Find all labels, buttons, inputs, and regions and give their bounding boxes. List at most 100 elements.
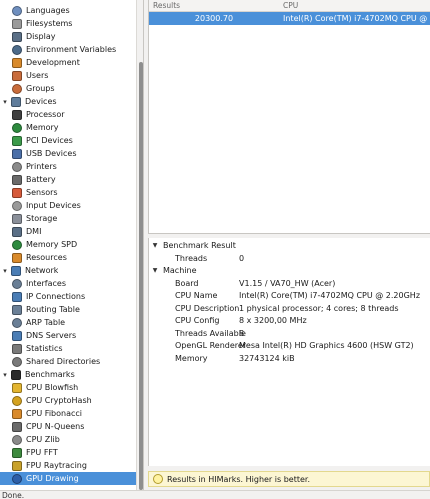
detail-row[interactable]: OpenGL Renderer Mesa Intel(R) HD Graphics…	[149, 340, 430, 352]
tree-item-input-devices[interactable]: Input Devices	[0, 199, 136, 212]
details-section-header[interactable]: ▼ Benchmark Result	[149, 240, 430, 252]
detail-key: CPU Name	[175, 291, 218, 300]
detail-row[interactable]: Memory 32743124 kiB	[149, 353, 430, 365]
tree-item-groups[interactable]: Groups	[0, 82, 136, 95]
collapse-arrow-icon[interactable]: ▼	[149, 240, 161, 252]
detail-value: 32743124 kiB	[239, 353, 295, 363]
detail-key: Board	[175, 278, 199, 288]
network-icon	[11, 265, 21, 276]
app-window: Languages Filesystems Display Environment V…	[0, 0, 430, 499]
tree-item-dmi[interactable]: DMI	[0, 225, 136, 238]
tree-item-processor[interactable]: Processor	[0, 108, 136, 121]
result-row[interactable]: 20300.70 Intel(R) Core(TM) i7-4702MQ CPU…	[149, 12, 430, 25]
tree-item-cpu-n-queens[interactable]: CPU N-Queens	[0, 420, 136, 433]
tree-item-memory[interactable]: Memory	[0, 121, 136, 134]
tree-item-arp-table[interactable]: ARP Table	[0, 316, 136, 329]
tree-item-devices[interactable]: ▾ Devices	[0, 95, 136, 108]
collapse-arrow-icon[interactable]: ▼	[149, 265, 161, 277]
tree-scrollbar-thumb[interactable]	[139, 62, 143, 490]
tree-item-cpu-blowfish[interactable]: CPU Blowfish	[0, 381, 136, 394]
cpu-blowfish-icon	[12, 382, 22, 393]
details-section-header[interactable]: ▼ Machine	[149, 265, 430, 277]
tree-item-cpu-zlib[interactable]: CPU Zlib	[0, 433, 136, 446]
environment-variables-icon	[12, 44, 22, 55]
tree-item-shared-directories[interactable]: Shared Directories	[0, 355, 136, 368]
tree-scrollbar[interactable]	[136, 0, 143, 490]
tree-item-memory-spd[interactable]: Memory SPD	[0, 238, 136, 251]
tree-item-label: FPU FFT	[26, 448, 58, 457]
cpu-n-queens-icon	[12, 421, 22, 432]
storage-icon	[12, 213, 22, 224]
tree-item-gpu-drawing[interactable]: GPU Drawing	[0, 472, 136, 485]
tree-item-label: DNS Servers	[26, 331, 77, 340]
lightbulb-icon	[153, 474, 163, 484]
expander-icon[interactable]: ▾	[1, 371, 9, 379]
tree-item-storage[interactable]: Storage	[0, 212, 136, 225]
tree-item-label: PCI Devices	[26, 136, 73, 145]
detail-key: Threads	[175, 253, 208, 263]
info-bar: Results in HIMarks. Higher is better.	[148, 471, 430, 487]
expander-icon[interactable]: ▾	[1, 267, 9, 275]
tree-item-fpu-fft[interactable]: FPU FFT	[0, 446, 136, 459]
detail-value: 1 physical processor; 4 cores; 8 threads	[239, 303, 399, 313]
results-column-header[interactable]: Results	[149, 0, 279, 11]
detail-value: 8	[239, 328, 245, 338]
detail-row[interactable]: Board V1.15 / VA70_HW (Acer)	[149, 278, 430, 290]
tree-item-usb-devices[interactable]: USB Devices	[0, 147, 136, 160]
category-tree[interactable]: Languages Filesystems Display Environment V…	[0, 0, 144, 490]
tree-item-dns-servers[interactable]: DNS Servers	[0, 329, 136, 342]
tree-item-benchmarks[interactable]: ▾ Benchmarks	[0, 368, 136, 381]
expander-icon[interactable]: ▾	[1, 98, 9, 106]
cpu-column-header[interactable]: CPU	[279, 0, 430, 11]
input-devices-icon	[12, 200, 22, 211]
detail-row[interactable]: CPU Description 1 physical processor; 4 c…	[149, 303, 430, 315]
detail-row[interactable]: Threads Available 8	[149, 328, 430, 340]
development-icon	[12, 57, 22, 68]
tree-item-pci-devices[interactable]: PCI Devices	[0, 134, 136, 147]
detail-key: Memory	[175, 353, 208, 363]
tree-item-interfaces[interactable]: Interfaces	[0, 277, 136, 290]
tree-item-cpu-fibonacci[interactable]: CPU Fibonacci	[0, 407, 136, 420]
fpu-fft-icon	[12, 447, 22, 458]
detail-key: CPU Config	[175, 316, 220, 325]
tree-item-label: IP Connections	[26, 292, 86, 301]
tree-item-label: Statistics	[26, 344, 63, 353]
tree-item-label: ARP Table	[26, 318, 66, 327]
detail-row[interactable]: Threads 0	[149, 253, 430, 265]
tree-item-users[interactable]: Users	[0, 69, 136, 82]
detail-row[interactable]: CPU Name Intel(R) Core(TM) i7-4702MQ CPU …	[149, 290, 430, 302]
tree-item-environment-variables[interactable]: Environment Variables	[0, 43, 136, 56]
filesystems-icon	[12, 18, 22, 29]
tree-item-printers[interactable]: Printers	[0, 160, 136, 173]
tree-item-label: Filesystems	[26, 19, 73, 28]
detail-value: 0	[239, 253, 245, 263]
tree-item-label: Routing Table	[26, 305, 80, 314]
tree-item-filesystems[interactable]: Filesystems	[0, 17, 136, 30]
usb-devices-icon	[12, 148, 22, 159]
detail-row[interactable]: CPU Config 8 x 3200,00 MHz	[149, 315, 430, 327]
tree-item-statistics[interactable]: Statistics	[0, 342, 136, 355]
detail-value: 8 x 3200,00 MHz	[239, 316, 307, 325]
tree-item-routing-table[interactable]: Routing Table	[0, 303, 136, 316]
tree-item-fpu-raytracing[interactable]: FPU Raytracing	[0, 459, 136, 472]
benchmarks-icon	[11, 369, 21, 380]
detail-key: Threads Available	[175, 328, 246, 338]
tree-item-sensors[interactable]: Sensors	[0, 186, 136, 199]
tree-item-cpu-cryptohash[interactable]: CPU CryptoHash	[0, 394, 136, 407]
results-list[interactable]: Results CPU 20300.70 Intel(R) Core(TM) i…	[148, 0, 430, 234]
tree-item-display[interactable]: Display	[0, 30, 136, 43]
tree-item-label: Environment Variables	[26, 45, 117, 54]
tree-item-ip-connections[interactable]: IP Connections	[0, 290, 136, 303]
tree-item-resources[interactable]: Resources	[0, 251, 136, 264]
tree-item-label: Battery	[26, 175, 56, 184]
tree-item-battery[interactable]: Battery	[0, 173, 136, 186]
dmi-icon	[12, 226, 22, 237]
status-bar: Done.	[0, 490, 430, 499]
tree-item-network[interactable]: ▾ Network	[0, 264, 136, 277]
tree-item-development[interactable]: Development	[0, 56, 136, 69]
processor-icon	[12, 109, 22, 120]
shared-directories-icon	[12, 356, 22, 367]
tree-item-label: CPU N-Queens	[26, 422, 85, 431]
statistics-icon	[12, 343, 22, 354]
tree-item-languages[interactable]: Languages	[0, 4, 136, 17]
